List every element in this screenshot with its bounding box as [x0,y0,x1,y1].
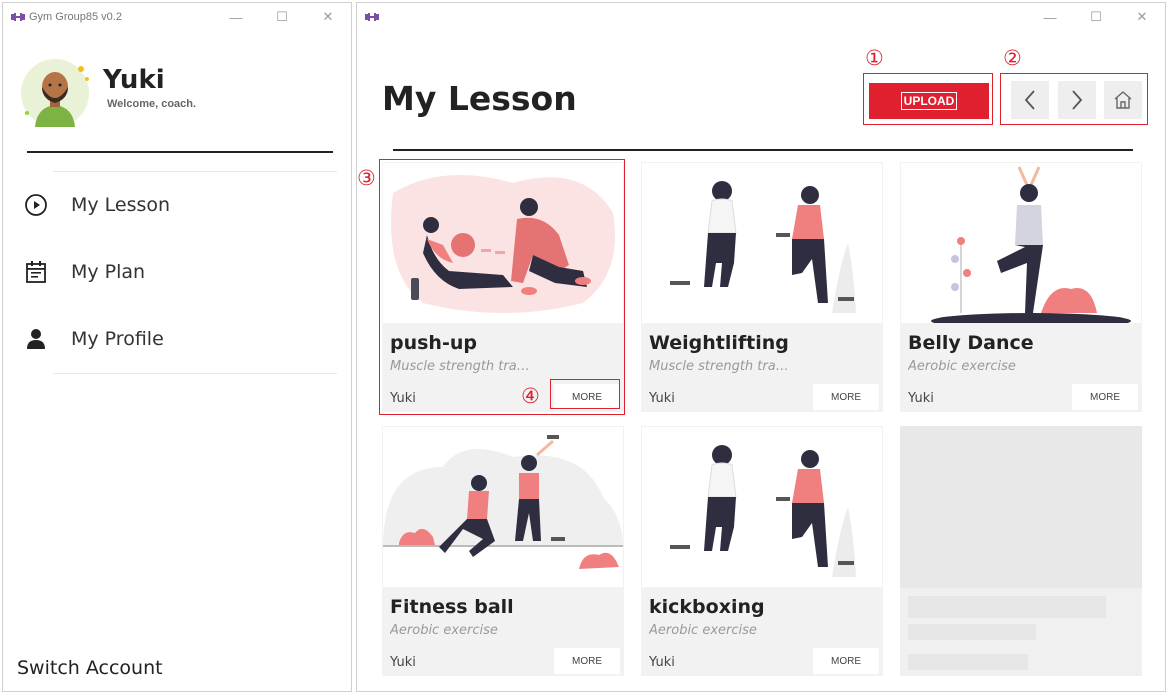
kickboxing-illustration [642,427,882,587]
sidebar-item-my-plan[interactable]: My Plan [21,252,341,292]
user-profile: Yuki Welcome, coach. [19,53,339,133]
window-controls: — ☐ ✕ [1027,3,1165,31]
maximize-button[interactable]: ☐ [1073,3,1119,31]
push-up-illustration [383,163,623,323]
dumbbell-logo-icon [365,13,379,21]
lesson-card[interactable]: Weightlifting Muscle strength trai... Yu… [641,162,883,412]
lesson-title: Fitness ball [390,596,514,618]
dumbbell-logo-icon [11,13,25,21]
avatar [21,59,89,127]
lesson-card[interactable]: kickboxing Aerobic exercise Yuki MORE [641,426,883,676]
menu-top-divider [53,171,337,172]
upload-button[interactable]: UPLOAD [869,83,989,119]
lesson-card[interactable]: Fitness ball Aerobic exercise Yuki MORE [382,426,624,676]
chevron-right-icon [1072,90,1083,110]
sidebar-window: Gym Group85 v0.2 — ☐ ✕ Yuki Welcome, coa… [2,2,352,692]
lesson-card[interactable]: push-up Muscle strength trai... Yuki MOR… [382,162,624,412]
more-button[interactable]: MORE [554,648,620,674]
page-title: My Lesson [382,79,577,118]
placeholder-image [900,426,1142,588]
upload-button-label: UPLOAD [900,92,958,110]
sidebar-item-my-lesson[interactable]: My Lesson [21,185,341,225]
menu-bottom-divider [53,373,337,374]
lesson-description: Aerobic exercise [390,623,498,638]
loading-placeholder-card [900,426,1142,676]
more-button[interactable]: MORE [813,384,879,410]
more-button[interactable]: MORE [813,648,879,674]
maximize-button[interactable]: ☐ [259,3,305,31]
lesson-author: Yuki [908,391,934,406]
main-titlebar: — ☐ ✕ [357,3,1165,31]
placeholder-description [908,624,1036,640]
user-name: Yuki [103,65,165,95]
home-icon [1114,91,1132,109]
lesson-description: Aerobic exercise [908,359,1016,374]
lesson-card[interactable]: Belly Dance Aerobic exercise Yuki MORE [900,162,1142,412]
lesson-title: Weightlifting [649,332,789,354]
close-button[interactable]: ✕ [305,3,351,31]
placeholder-title [908,596,1106,618]
lesson-author: Yuki [649,655,675,670]
profile-divider [27,151,333,153]
weightlifting-illustration [642,163,882,323]
lesson-author: Yuki [390,391,416,406]
placeholder-author [908,654,1028,670]
chevron-left-icon [1024,90,1035,110]
sidebar-item-label: My Lesson [71,194,171,216]
minimize-button[interactable]: — [1027,3,1073,31]
play-circle-icon [21,192,51,218]
back-button[interactable] [1011,81,1049,119]
sidebar-item-my-profile[interactable]: My Profile [21,319,341,359]
annotation-box-more [550,379,620,409]
fitness-ball-illustration [383,427,623,587]
switch-account-link[interactable]: Switch Account [17,657,163,679]
window-controls: — ☐ ✕ [213,3,351,31]
window-title: Gym Group85 v0.2 [29,11,122,23]
lesson-author: Yuki [390,655,416,670]
annotation-4: ④ [521,384,540,408]
annotation-2: ② [1003,46,1022,70]
annotation-1: ① [865,46,884,70]
lesson-author: Yuki [649,391,675,406]
sidebar-item-label: My Plan [71,261,146,283]
user-welcome-text: Welcome, coach. [107,98,197,110]
main-window: — ☐ ✕ My Lesson ① UPLOAD ② ③ push-up Mus… [356,2,1166,692]
lesson-description: Muscle strength trai... [649,359,789,374]
lesson-title: push-up [390,332,477,354]
lesson-description: Muscle strength trai... [390,359,530,374]
title-divider [393,149,1133,151]
lesson-title: Belly Dance [908,332,1034,354]
screen: Gym Group85 v0.2 — ☐ ✕ Yuki Welcome, coa… [0,0,1168,696]
close-button[interactable]: ✕ [1119,3,1165,31]
sidebar-item-label: My Profile [71,328,164,350]
belly-dance-illustration [901,163,1141,323]
person-icon [21,326,51,352]
sidebar-titlebar: Gym Group85 v0.2 — ☐ ✕ [3,3,351,31]
lesson-description: Aerobic exercise [649,623,757,638]
minimize-button[interactable]: — [213,3,259,31]
more-button[interactable]: MORE [1072,384,1138,410]
annotation-3: ③ [357,166,376,190]
calendar-icon [21,259,51,285]
lesson-title: kickboxing [649,596,765,618]
home-button[interactable] [1104,81,1142,119]
forward-button[interactable] [1058,81,1096,119]
